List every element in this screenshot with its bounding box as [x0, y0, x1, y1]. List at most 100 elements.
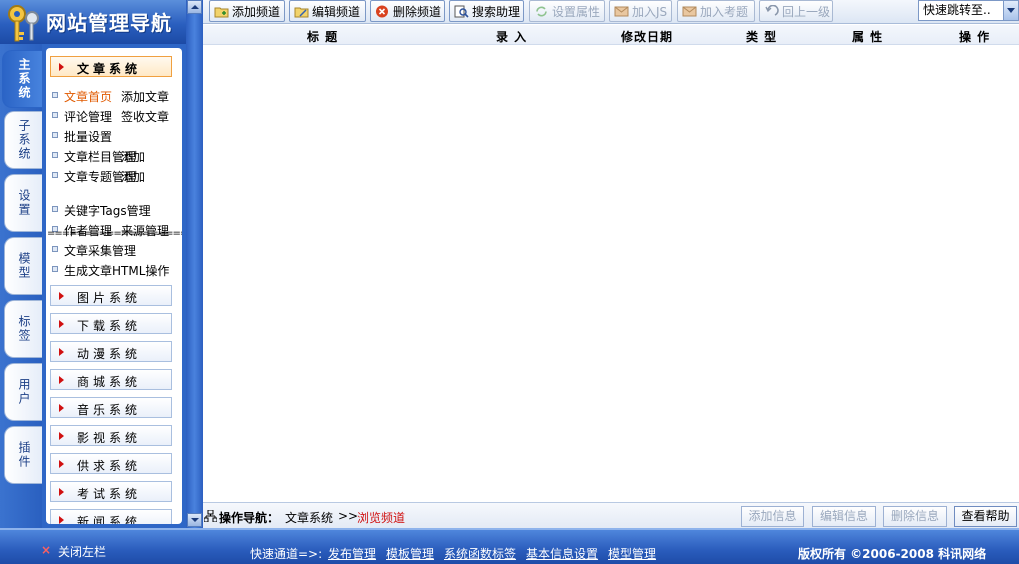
arrow-right-icon	[59, 516, 64, 524]
arrow-up-icon	[191, 5, 199, 9]
menu-link-secondary[interactable]: 添加	[121, 148, 145, 165]
sidebar: 文章系统 文章首页 添加文章 评论管理 签收文章 批量设置 文章栏目管理 添加 文章专题管理添…	[42, 44, 186, 528]
refresh-icon	[534, 5, 549, 18]
vertical-tab-6[interactable]: 插件	[4, 426, 44, 484]
footer-link-templates[interactable]: 模板管理	[386, 545, 434, 562]
toolbar-button-label: 设置属性	[552, 4, 601, 19]
edit-info-button[interactable]: 编辑信息	[812, 506, 876, 527]
menu-link[interactable]: 文章首页	[64, 88, 112, 105]
toolbar-button-label: 添加频道	[232, 4, 281, 19]
system-button-label: 动漫系统	[77, 347, 142, 361]
quick-jump-select[interactable]: 快速跳转至..	[918, 0, 1019, 21]
system-button-label: 新闻系统	[77, 515, 142, 524]
content-list-area	[203, 45, 1019, 501]
system-button[interactable]: 音乐系统	[50, 397, 172, 418]
menu-link-secondary[interactable]: 添加	[121, 168, 145, 185]
operation-nav-bar: 操作导航： 文章系统 >> 浏览频道 添加信息 编辑信息 删除信息 查看帮助	[203, 502, 1019, 528]
system-button[interactable]: 供求系统	[50, 453, 172, 474]
vertical-tab-0[interactable]: 主系统	[2, 50, 46, 108]
bullet-icon	[52, 172, 58, 178]
arrow-right-icon	[59, 63, 64, 71]
vertical-tab-1[interactable]: 子系统	[4, 111, 44, 169]
arrow-right-icon	[59, 460, 64, 468]
arrow-right-icon	[59, 320, 64, 328]
menu-link[interactable]: 评论管理	[64, 108, 112, 125]
delete-info-button[interactable]: 删除信息	[883, 506, 947, 527]
system-button-label: 图片系统	[77, 291, 142, 305]
system-button[interactable]: 影视系统	[50, 425, 172, 446]
toolbar-button-6[interactable]: 加入考题	[677, 0, 755, 22]
breadcrumb-system[interactable]: 文章系统	[285, 509, 333, 526]
column-header-action: 操 作	[959, 30, 991, 44]
scroll-down-button[interactable]	[187, 513, 202, 527]
add-info-button[interactable]: 添加信息	[741, 506, 804, 527]
quick-channel-label: 快速通道=>:	[250, 547, 323, 561]
footer-link-publish[interactable]: 发布管理	[328, 545, 376, 562]
footer-link-function-tags[interactable]: 系统函数标签	[444, 545, 516, 562]
sidebar-scrollbar[interactable]	[186, 0, 203, 528]
footer-link-basic-settings[interactable]: 基本信息设置	[526, 545, 598, 562]
vertical-tab-label: 设置	[17, 189, 31, 217]
system-button-label: 考试系统	[77, 487, 142, 501]
system-button-label: 供求系统	[77, 459, 142, 473]
arrow-right-icon	[59, 348, 64, 356]
toolbar-button-label: 回上一级	[782, 4, 831, 19]
arrow-right-icon	[59, 488, 64, 496]
menu-link[interactable]: 生成文章HTML操作	[64, 262, 169, 279]
mail-icon	[682, 5, 697, 18]
toolbar-button-0[interactable]: 添加频道	[209, 0, 285, 22]
close-icon[interactable]: ×	[41, 543, 51, 557]
toolbar-button-5[interactable]: 加入JS	[609, 0, 672, 22]
footer-link-models[interactable]: 模型管理	[608, 545, 656, 562]
system-button[interactable]: 考试系统	[50, 481, 172, 502]
menu-link-secondary[interactable]: 添加文章	[121, 88, 169, 105]
system-button-active[interactable]: 文章系统	[50, 56, 172, 77]
column-header-attribute: 属 性	[852, 30, 884, 44]
toolbar-button-label: 加入JS	[632, 4, 668, 19]
toolbar-button-2[interactable]: 删除频道	[370, 0, 445, 22]
bullet-icon	[52, 266, 58, 272]
vertical-tab-label: 模型	[17, 252, 31, 280]
system-button-label: 音乐系统	[77, 403, 142, 417]
vertical-tab-label: 插件	[17, 441, 31, 469]
vertical-tab-5[interactable]: 用户	[4, 363, 44, 421]
system-button-label: 商城系统	[77, 375, 142, 389]
close-left-panel-link[interactable]: 关闭左栏	[58, 543, 106, 560]
menu-link[interactable]: 关键字Tags管理	[64, 202, 151, 219]
bullet-icon	[52, 112, 58, 118]
bullet-icon	[52, 92, 58, 98]
vertical-tab-2[interactable]: 设置	[4, 174, 44, 232]
column-header-author: 录 入	[496, 30, 528, 44]
menu-link[interactable]: 文章采集管理	[64, 242, 136, 259]
bullet-icon	[52, 206, 58, 212]
menu-link[interactable]: 批量设置	[64, 128, 112, 145]
system-button[interactable]: 新闻系统	[50, 509, 172, 524]
delete-icon	[375, 5, 390, 18]
toolbar-button-label: 编辑频道	[312, 4, 361, 19]
toolbar-button-label: 删除频道	[393, 4, 442, 19]
vertical-tab-bar: 主系统子系统设置模型标签 用户插件	[0, 44, 46, 528]
system-button[interactable]: 动漫系统	[50, 341, 172, 362]
toolbar-button-4[interactable]: 设置属性	[529, 0, 605, 22]
system-button[interactable]: 下载系统	[50, 313, 172, 334]
scroll-up-button[interactable]	[187, 0, 202, 14]
arrow-down-icon	[191, 518, 199, 522]
toolbar-button-7[interactable]: 回上一级	[759, 0, 833, 22]
vertical-tab-4[interactable]: 标签	[4, 300, 44, 358]
system-button[interactable]: 图片系统	[50, 285, 172, 306]
dropdown-button[interactable]	[1003, 1, 1018, 20]
search-icon	[454, 5, 469, 18]
toolbar-button-label: 搜索助理	[472, 4, 521, 19]
menu-separator: ====================	[47, 228, 182, 239]
menu-link-secondary[interactable]: 签收文章	[121, 108, 169, 125]
toolbar: 添加频道 编辑频道 删除频道 搜索助理 设置属性 加入JS 加入考题 回上一级	[203, 0, 1019, 24]
vertical-tab-label: 子系统	[17, 119, 31, 161]
breadcrumb-separator: >>	[338, 509, 359, 523]
bullet-icon	[52, 132, 58, 138]
vertical-tab-3[interactable]: 模型	[4, 237, 44, 295]
toolbar-button-3[interactable]: 搜索助理	[449, 0, 524, 22]
view-help-button[interactable]: 查看帮助	[954, 506, 1017, 527]
toolbar-button-1[interactable]: 编辑频道	[289, 0, 366, 22]
app-title: 网站管理导航	[46, 11, 172, 35]
system-button[interactable]: 商城系统	[50, 369, 172, 390]
